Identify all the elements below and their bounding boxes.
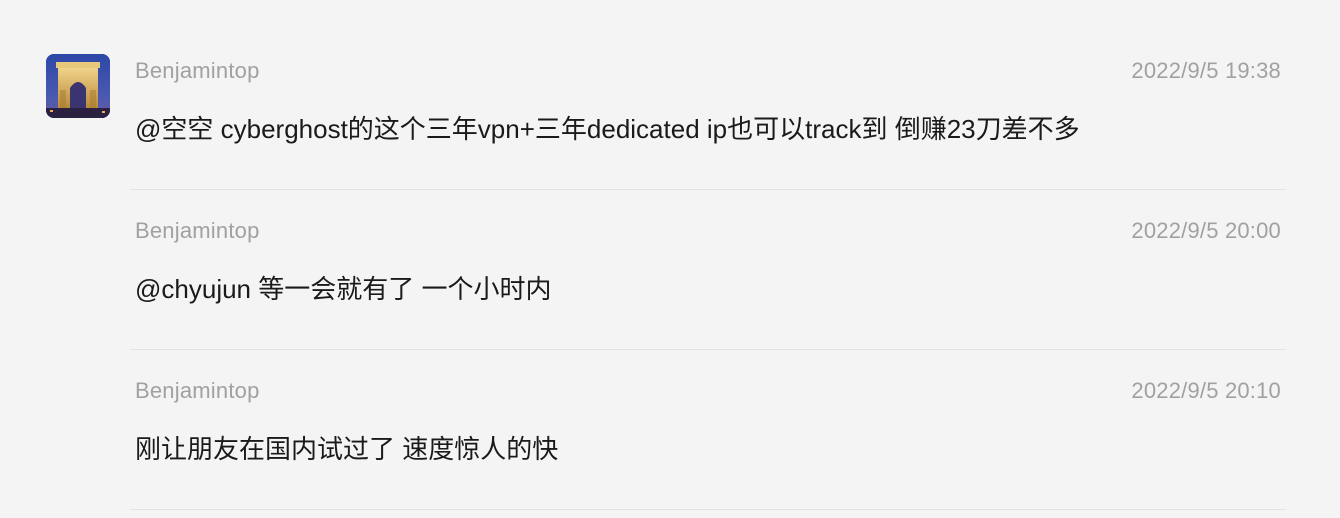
divider (130, 509, 1286, 510)
avatar[interactable] (46, 54, 110, 118)
comment-timestamp: 2022/9/5 20:00 (1131, 218, 1281, 243)
comment-item: Benjamintop 2022/9/5 19:38 @空空 cyberghos… (0, 0, 1340, 160)
comment-timestamp: 2022/9/5 20:10 (1131, 378, 1281, 403)
comment-timestamp: 2022/9/5 19:38 (1131, 58, 1281, 83)
comment-author[interactable]: Benjamintop (135, 58, 260, 84)
comment-author[interactable]: Benjamintop (135, 378, 260, 404)
comment-text: @空空 cyberghost的这个三年vpn+三年dedicated ip也可以… (135, 114, 1080, 144)
comment-item: Benjamintop 2022/9/5 20:00 @chyujun 等一会就… (0, 160, 1340, 320)
comment-thread: Benjamintop 2022/9/5 19:38 @空空 cyberghos… (0, 0, 1340, 518)
comment-author[interactable]: Benjamintop (135, 218, 260, 244)
comment-text: @chyujun 等一会就有了 一个小时内 (135, 274, 552, 304)
arc-de-triomphe-photo-icon (46, 54, 110, 118)
comment-text: 刚让朋友在国内试过了 速度惊人的快 (135, 434, 559, 464)
comment-item: Benjamintop 2022/9/5 20:10 刚让朋友在国内试过了 速度… (0, 320, 1340, 480)
